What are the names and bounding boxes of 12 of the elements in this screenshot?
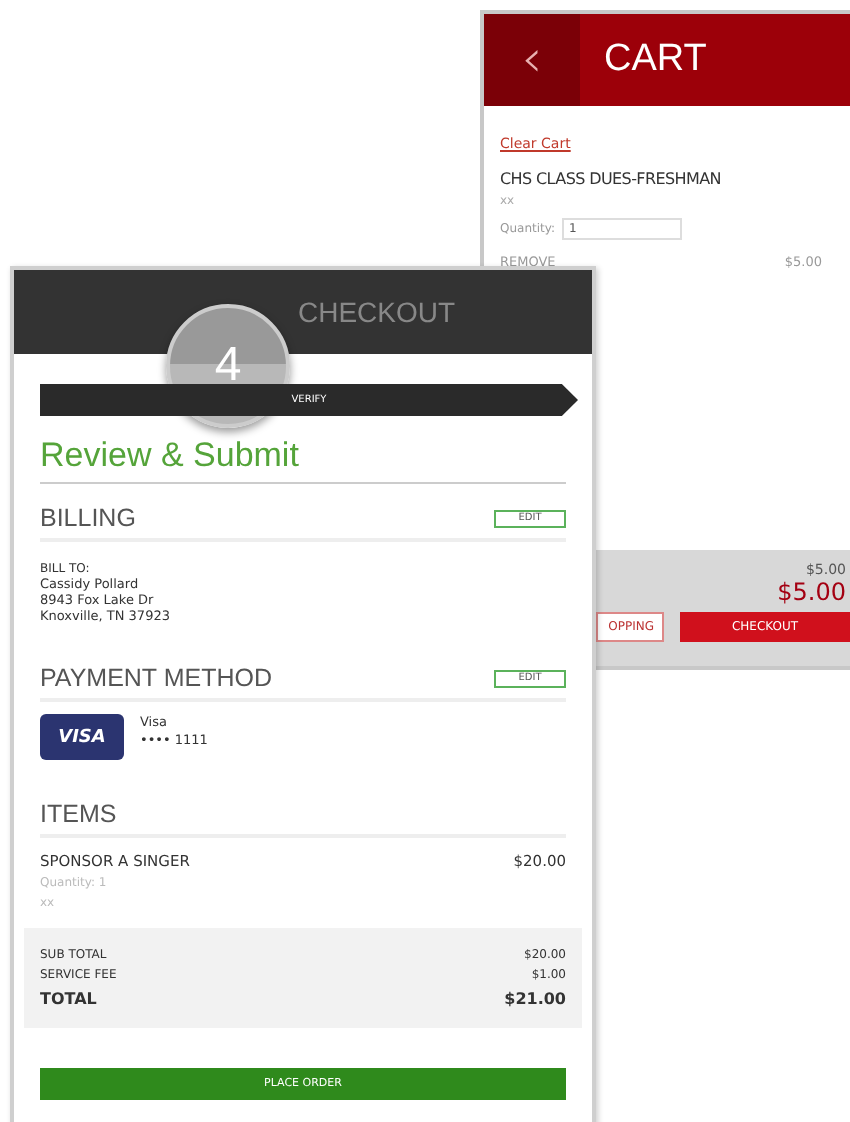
total-value: $21.00 <box>504 988 566 1013</box>
item-name: CHS CLASS DUES-FRESHMAN <box>500 170 723 188</box>
section-title: BILLING <box>40 504 136 532</box>
back-button[interactable]: ‹ <box>484 14 580 106</box>
checkout-title: CHECKOUT <box>298 296 456 328</box>
total-label: TOTAL <box>40 988 97 1013</box>
card-logo: VISA <box>40 714 124 761</box>
total-amount: $5.00 <box>777 578 848 606</box>
cart-title: CART <box>604 38 707 82</box>
page-heading: Review & Submit <box>40 436 566 484</box>
section-title: ITEMS <box>40 800 117 829</box>
section-title: PAYMENT METHOD <box>40 664 272 693</box>
